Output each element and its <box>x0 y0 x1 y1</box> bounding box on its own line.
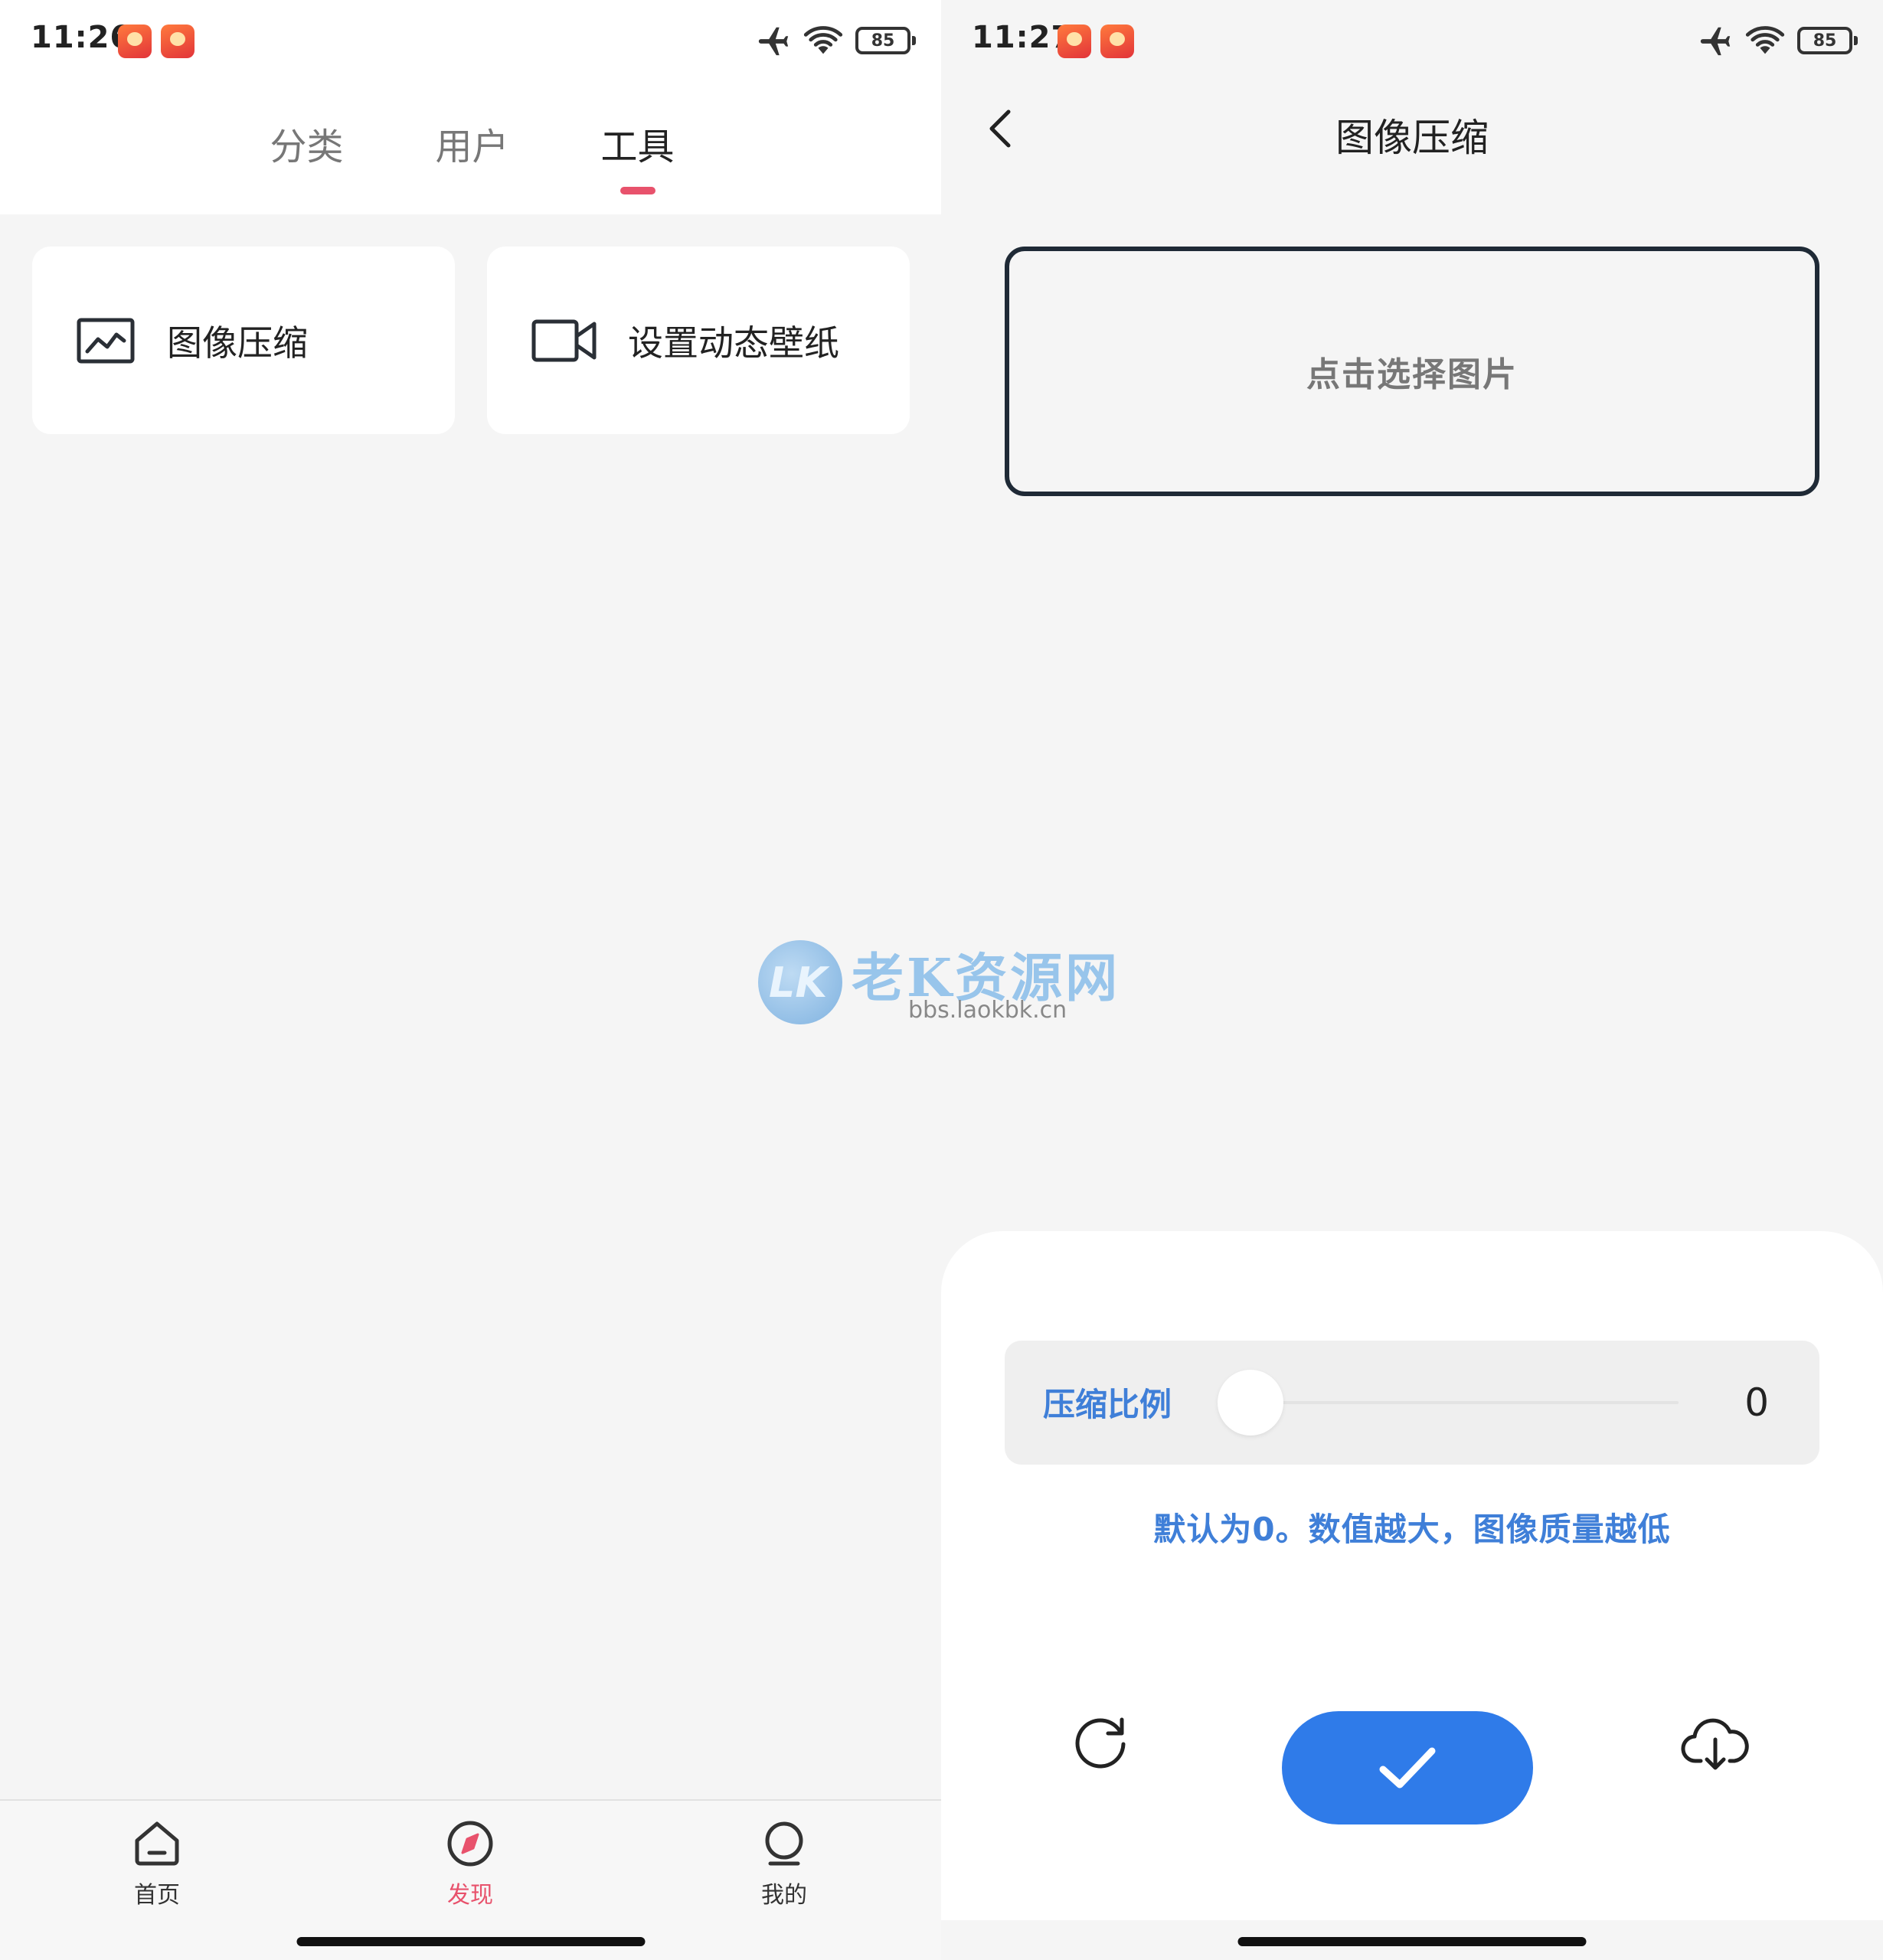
nav-me[interactable]: 我的 <box>723 1819 845 1909</box>
top-tabs: 分类 用户 工具 <box>0 116 941 185</box>
live-wallpaper-card[interactable]: 设置动态壁纸 <box>487 247 910 434</box>
live-wallpaper-label: 设置动态壁纸 <box>628 322 839 364</box>
nav-home[interactable]: 首页 <box>96 1819 218 1909</box>
airplane-mode-icon <box>1700 27 1731 56</box>
gesture-home-bar[interactable] <box>296 1937 645 1946</box>
notification-app-icon <box>1100 24 1134 58</box>
wifi-icon <box>1745 26 1785 54</box>
image-compress-card[interactable]: 图像压缩 <box>32 247 455 434</box>
home-icon <box>135 1821 179 1866</box>
battery-indicator: 85 <box>855 27 916 54</box>
checkmark-icon <box>1379 1747 1436 1788</box>
user-icon <box>765 1821 803 1866</box>
status-time: 11:26 <box>31 20 132 55</box>
image-compress-label: 图像压缩 <box>167 322 308 364</box>
nav-discover[interactable]: 发现 <box>409 1819 531 1909</box>
top-header: 11:26 85 分类 用户 工具 <box>0 0 941 214</box>
confirm-button[interactable] <box>1282 1711 1533 1824</box>
battery-indicator: 85 <box>1797 27 1858 54</box>
nav-discover-label: 发现 <box>447 1882 493 1909</box>
tab-tools[interactable]: 工具 <box>601 116 675 185</box>
watermark-logo-text: LK <box>769 959 828 1007</box>
watermark-url: bbs.laokbk.cn <box>908 997 1067 1024</box>
bottom-navigation: 首页 发现 我的 <box>0 1799 941 1960</box>
compress-hint: 默认为0。数值越大，图像质量越低 <box>1153 1511 1671 1548</box>
nav-home-label: 首页 <box>134 1882 180 1909</box>
notification-app-icon <box>1058 24 1091 58</box>
notification-app-icon <box>161 24 195 58</box>
compress-ratio-value: 0 <box>1744 1380 1769 1425</box>
gesture-home-bar[interactable] <box>1237 1937 1587 1946</box>
tab-users[interactable]: 用户 <box>435 116 508 185</box>
slider-thumb[interactable] <box>1218 1370 1283 1436</box>
wifi-icon <box>803 26 843 54</box>
slider-track[interactable] <box>1250 1401 1679 1404</box>
cloud-download-icon <box>1681 1718 1749 1770</box>
notification-app-icon <box>118 24 152 58</box>
tab-category[interactable]: 分类 <box>270 116 343 185</box>
video-camera-icon <box>531 318 597 364</box>
refresh-icon <box>1075 1717 1126 1769</box>
status-bar: 11:26 85 <box>0 0 941 84</box>
compress-ratio-label: 压缩比例 <box>1043 1386 1172 1423</box>
status-bar: 11:27 85 <box>941 0 1883 84</box>
compress-ratio-row: 压缩比例 0 <box>1005 1341 1819 1465</box>
nav-me-label: 我的 <box>761 1882 807 1909</box>
watermark: LK 老K资源网 bbs.laokbk.cn <box>758 936 1156 1027</box>
reset-button[interactable] <box>1071 1712 1133 1773</box>
compass-icon <box>447 1821 493 1867</box>
select-image-box[interactable]: 点击选择图片 <box>1005 247 1819 496</box>
select-image-label: 点击选择图片 <box>1306 355 1518 394</box>
airplane-mode-icon <box>758 27 789 56</box>
page-title: 图像压缩 <box>1335 116 1489 160</box>
compress-settings-panel: 压缩比例 0 默认为0。数值越大，图像质量越低 <box>941 1231 1883 1920</box>
download-button[interactable] <box>1681 1712 1750 1773</box>
image-icon <box>77 318 135 364</box>
